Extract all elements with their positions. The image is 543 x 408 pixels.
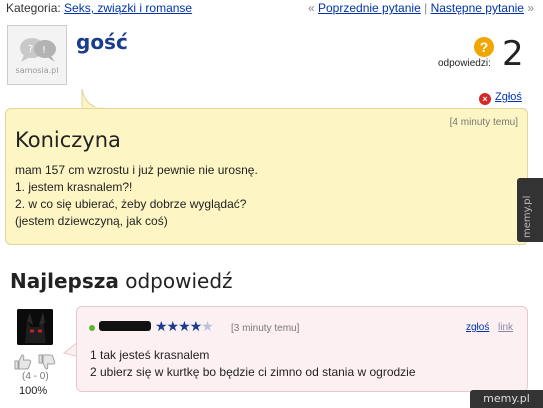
next-arrow: » bbox=[527, 1, 534, 15]
watermark-side-text: memy.pl bbox=[522, 195, 533, 238]
prev-arrow: « bbox=[307, 1, 315, 15]
answerer-name-redacted[interactable] bbox=[99, 321, 151, 331]
answer-body: 1 tak jesteś krasnalem 2 ubierz się w ku… bbox=[90, 347, 520, 381]
question-navigation: « Poprzednie pytanie | Następne pytanie … bbox=[308, 1, 534, 15]
answerer-avatar[interactable] bbox=[17, 309, 53, 345]
rating-filled-stars: ★★★★ bbox=[155, 318, 202, 334]
vote-buttons bbox=[14, 354, 60, 370]
nav-separator: | bbox=[424, 1, 428, 15]
watermark-side: memy.pl bbox=[517, 178, 543, 242]
rating-empty-stars: ★ bbox=[201, 318, 214, 334]
question-time: [4 minuty temu] bbox=[449, 117, 518, 128]
answer-line: 2 ubierz się w kurtkę bo będzie ci zimno… bbox=[90, 365, 416, 379]
online-status-dot bbox=[89, 325, 95, 331]
best-answer-heading: Najlepsza odpowiedź bbox=[10, 269, 233, 293]
report-question-button[interactable]: × Zgłoś bbox=[479, 91, 522, 105]
previous-question-link[interactable]: Poprzednie pytanie bbox=[318, 1, 421, 15]
question-bubble-tail bbox=[81, 89, 103, 109]
speech-bubbles-icon: ? ! bbox=[20, 38, 56, 62]
question-line: mam 157 cm wzrostu i już pewnie nie uros… bbox=[15, 163, 258, 177]
question-line: 1. jestem krasnalem?! bbox=[15, 180, 133, 194]
best-answer-box: ★★★★★ [3 minuty temu] zgłoś link 1 tak j… bbox=[76, 306, 528, 392]
answer-time: [3 minuty temu] bbox=[231, 323, 300, 334]
question-line: (jestem dziewczyną, jak coś) bbox=[15, 214, 168, 228]
thumb-down-icon[interactable] bbox=[38, 354, 56, 370]
top-bar: Kategoria: Seks, związki i romanse « Pop… bbox=[6, 1, 534, 17]
answer-line: 1 tak jesteś krasnalem bbox=[90, 348, 210, 362]
answers-count: 2 bbox=[502, 34, 524, 74]
vote-score: (4 - 0) bbox=[22, 371, 49, 382]
report-label[interactable]: Zgłoś bbox=[495, 91, 522, 103]
asker-avatar: ? ! samosia.pl bbox=[7, 25, 67, 85]
category-label: Kategoria: bbox=[6, 1, 61, 15]
question-box: [4 minuty temu] Koniczyna mam 157 cm wzr… bbox=[5, 108, 528, 245]
vote-percent: 100% bbox=[19, 385, 48, 397]
best-answer-heading-bold: Najlepsza bbox=[10, 269, 119, 293]
question-title: Koniczyna bbox=[15, 128, 121, 152]
report-answer-link[interactable]: zgłoś bbox=[466, 322, 489, 333]
svg-text:!: ! bbox=[42, 45, 46, 56]
question-body: mam 157 cm wzrostu i już pewnie nie uros… bbox=[15, 162, 515, 230]
cat-avatar-icon bbox=[17, 309, 53, 345]
next-question-link[interactable]: Następne pytanie bbox=[431, 1, 524, 15]
close-icon: × bbox=[479, 93, 491, 105]
question-line: 2. w co się ubierać, żeby dobrze wygląda… bbox=[15, 197, 247, 211]
best-answer-heading-rest: odpowiedź bbox=[118, 269, 233, 293]
category-link[interactable]: Seks, związki i romanse bbox=[64, 1, 192, 15]
question-mark-icon: ? bbox=[474, 37, 494, 57]
watermark-bottom: memy.pl bbox=[470, 390, 543, 408]
answer-permalink[interactable]: link bbox=[498, 322, 513, 333]
svg-text:?: ? bbox=[28, 44, 33, 55]
thumb-up-icon[interactable] bbox=[14, 354, 32, 370]
answer-rating: ★★★★★ bbox=[155, 318, 214, 335]
answers-label: odpowiedzi: bbox=[438, 58, 491, 69]
category-breadcrumb: Kategoria: Seks, związki i romanse bbox=[6, 1, 192, 15]
asker-name[interactable]: gość bbox=[76, 30, 128, 54]
avatar-brand: samosia.pl bbox=[15, 66, 59, 75]
